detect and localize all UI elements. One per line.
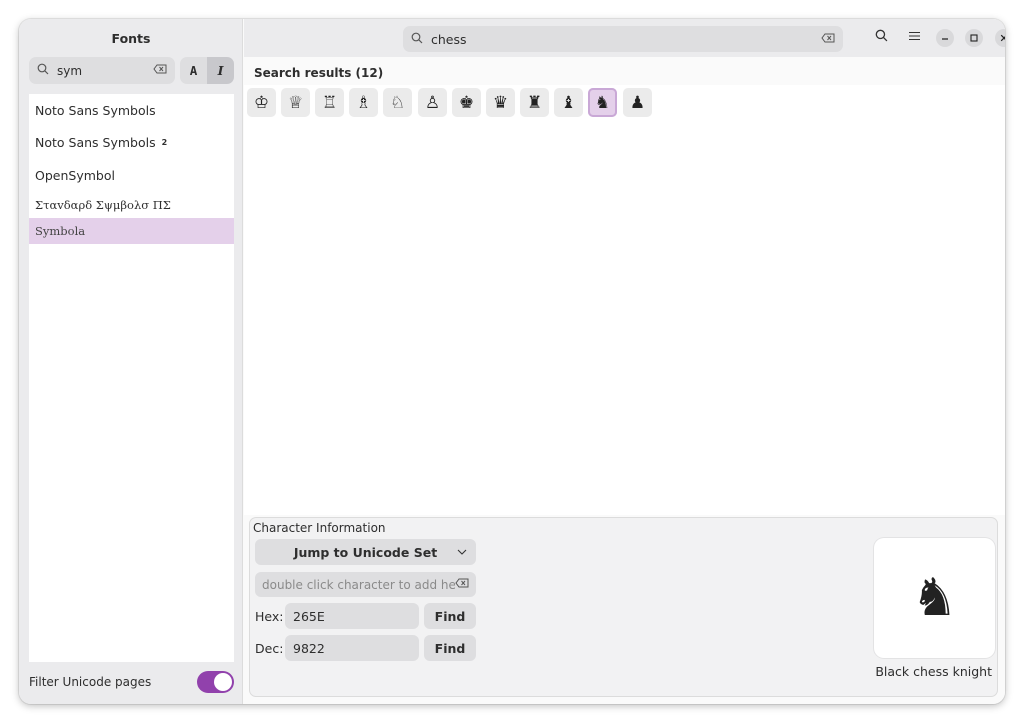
close-icon[interactable]: [995, 29, 1005, 47]
search-icon[interactable]: [872, 29, 890, 47]
sidebar: Fonts sym A I Noto Sans Symbols Noto San…: [19, 19, 243, 704]
font-list-item[interactable]: Σταvδαρδ Σψμβολσ ΠΣ: [29, 192, 234, 218]
clear-text-icon[interactable]: [455, 578, 469, 591]
chevron-down-icon: [457, 547, 467, 558]
italic-style-button[interactable]: I: [207, 57, 234, 84]
filter-unicode-switch[interactable]: [197, 671, 234, 693]
font-style-toggle: A I: [180, 57, 234, 84]
character-name: Black chess knight: [875, 664, 992, 679]
main-area: chess Search results (12) ♔ ♕ ♖ ♗ ♘ ♙ ♚ …: [244, 19, 1005, 704]
character-information-panel: Character Information Jump to Unicode Se…: [249, 517, 998, 697]
character-cell[interactable]: ♔: [247, 88, 276, 117]
dec-value: 9822: [293, 640, 325, 656]
search-icon: [37, 63, 51, 78]
font-item-label: Noto Sans Symbols: [35, 135, 156, 151]
font-item-label: Symbola: [35, 223, 86, 238]
font-item-label: Noto Sans Symbols: [35, 102, 156, 118]
maximize-icon[interactable]: [965, 29, 983, 47]
minimize-icon[interactable]: [936, 29, 954, 47]
header-bar: chess: [244, 19, 1005, 57]
hex-input[interactable]: 265E: [285, 603, 419, 629]
character-preview: ♞: [874, 538, 995, 658]
font-item-label: Σταvδαρδ Σψμβολσ ΠΣ: [35, 197, 171, 212]
character-cell[interactable]: ♘: [383, 88, 412, 117]
font-list: Noto Sans Symbols Noto Sans Symbols 2 Op…: [29, 94, 234, 662]
find-hex-button[interactable]: Find: [424, 603, 476, 629]
character-cell[interactable]: ♛: [486, 88, 515, 117]
character-search-value: chess: [431, 31, 467, 47]
find-dec-button[interactable]: Find: [424, 635, 476, 661]
sidebar-title: Fonts: [111, 31, 151, 46]
character-cell[interactable]: ♙: [418, 88, 447, 117]
hex-label: Hex:: [255, 609, 284, 624]
character-grid: ♔ ♕ ♖ ♗ ♘ ♙ ♚ ♛ ♜ ♝ ♞ ♟: [244, 85, 1005, 515]
font-list-item-selected[interactable]: Symbola: [29, 217, 234, 244]
character-cell[interactable]: ♝: [554, 88, 583, 117]
regular-style-button[interactable]: A: [180, 57, 207, 84]
switch-knob: [214, 673, 232, 691]
character-cell[interactable]: ♖: [315, 88, 344, 117]
character-search-input[interactable]: chess: [403, 26, 843, 52]
character-cell-selected[interactable]: ♞: [588, 88, 617, 117]
character-cell[interactable]: ♜: [520, 88, 549, 117]
hamburger-menu-icon[interactable]: [905, 29, 923, 47]
font-search-input[interactable]: sym: [29, 57, 175, 84]
font-list-item[interactable]: OpenSymbol: [29, 159, 234, 192]
character-cell[interactable]: ♟: [623, 88, 652, 117]
font-list-item[interactable]: Noto Sans Symbols: [29, 94, 234, 127]
filter-unicode-row: Filter Unicode pages: [29, 670, 234, 694]
dec-input[interactable]: 9822: [285, 635, 419, 661]
filter-unicode-label: Filter Unicode pages: [29, 675, 152, 689]
add-character-placeholder: double click character to add he...: [262, 577, 455, 592]
clear-text-icon[interactable]: [153, 64, 167, 77]
font-item-label: OpenSymbol: [35, 167, 115, 183]
font-list-item[interactable]: Noto Sans Symbols 2: [29, 127, 234, 160]
font-item-badge: 2: [161, 138, 168, 148]
search-results-title: Search results (12): [254, 66, 384, 80]
character-cell[interactable]: ♗: [349, 88, 378, 117]
jump-button-label: Jump to Unicode Set: [293, 544, 438, 560]
app-window: Fonts sym A I Noto Sans Symbols Noto San…: [19, 19, 1005, 704]
jump-to-unicode-set-button[interactable]: Jump to Unicode Set: [255, 539, 476, 565]
character-information-title: Character Information: [253, 521, 386, 535]
clear-text-icon[interactable]: [821, 33, 835, 46]
dec-label: Dec:: [255, 641, 284, 656]
add-character-field[interactable]: double click character to add he...: [255, 572, 476, 597]
font-search-value: sym: [57, 63, 83, 78]
hex-value: 265E: [293, 608, 325, 624]
search-icon: [411, 32, 425, 47]
character-cell[interactable]: ♕: [281, 88, 310, 117]
character-cell[interactable]: ♚: [452, 88, 481, 117]
